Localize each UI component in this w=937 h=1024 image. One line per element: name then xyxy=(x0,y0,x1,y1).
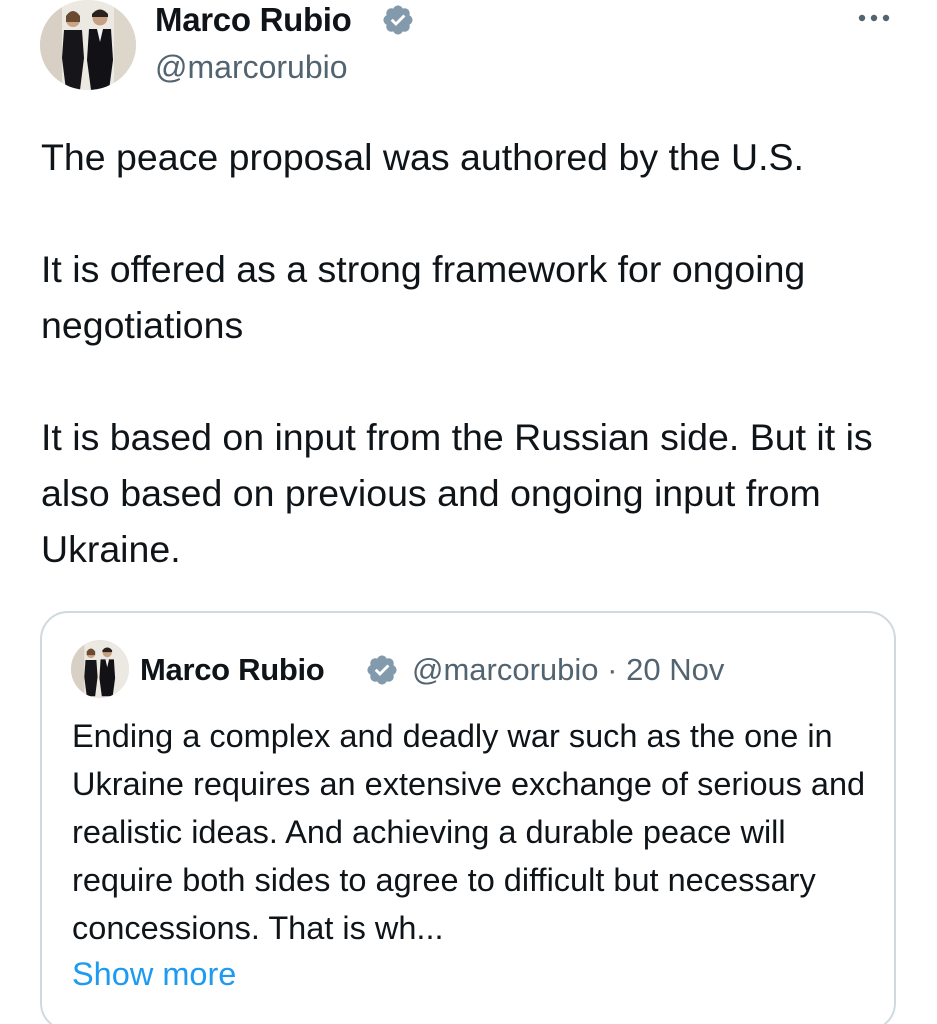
show-more-link[interactable]: Show more xyxy=(72,950,236,998)
verified-badge-icon xyxy=(383,5,413,35)
avatar-photo xyxy=(40,0,136,90)
quoted-tweet-card[interactable]: Marco Rubio @marcorubio · 20 Nov Ending … xyxy=(40,611,896,1024)
author-handle[interactable]: @marcorubio xyxy=(155,48,348,86)
quoted-tweet-meta: @marcorubio · 20 Nov xyxy=(412,651,724,689)
author-avatar[interactable] xyxy=(40,0,136,90)
verified-badge-icon xyxy=(367,655,397,685)
author-name[interactable]: Marco Rubio xyxy=(155,0,352,40)
quoted-author-avatar[interactable] xyxy=(71,640,129,698)
avatar-photo xyxy=(71,641,129,697)
quoted-author-handle[interactable]: @marcorubio xyxy=(412,652,599,687)
more-options-icon[interactable] xyxy=(856,6,892,30)
quoted-tweet-date[interactable]: 20 Nov xyxy=(626,652,724,687)
tweet-paragraph: It is based on input from the Russian si… xyxy=(41,416,873,570)
quoted-tweet-text: Ending a complex and deadly war such as … xyxy=(72,718,866,946)
tweet-text: The peace proposal was authored by the U… xyxy=(41,129,911,577)
tweet-paragraph: It is offered as a strong framework for … xyxy=(41,248,806,346)
tweet-paragraph: The peace proposal was authored by the U… xyxy=(41,136,804,178)
quoted-author-name[interactable]: Marco Rubio xyxy=(140,651,325,689)
meta-separator: · xyxy=(607,652,618,687)
